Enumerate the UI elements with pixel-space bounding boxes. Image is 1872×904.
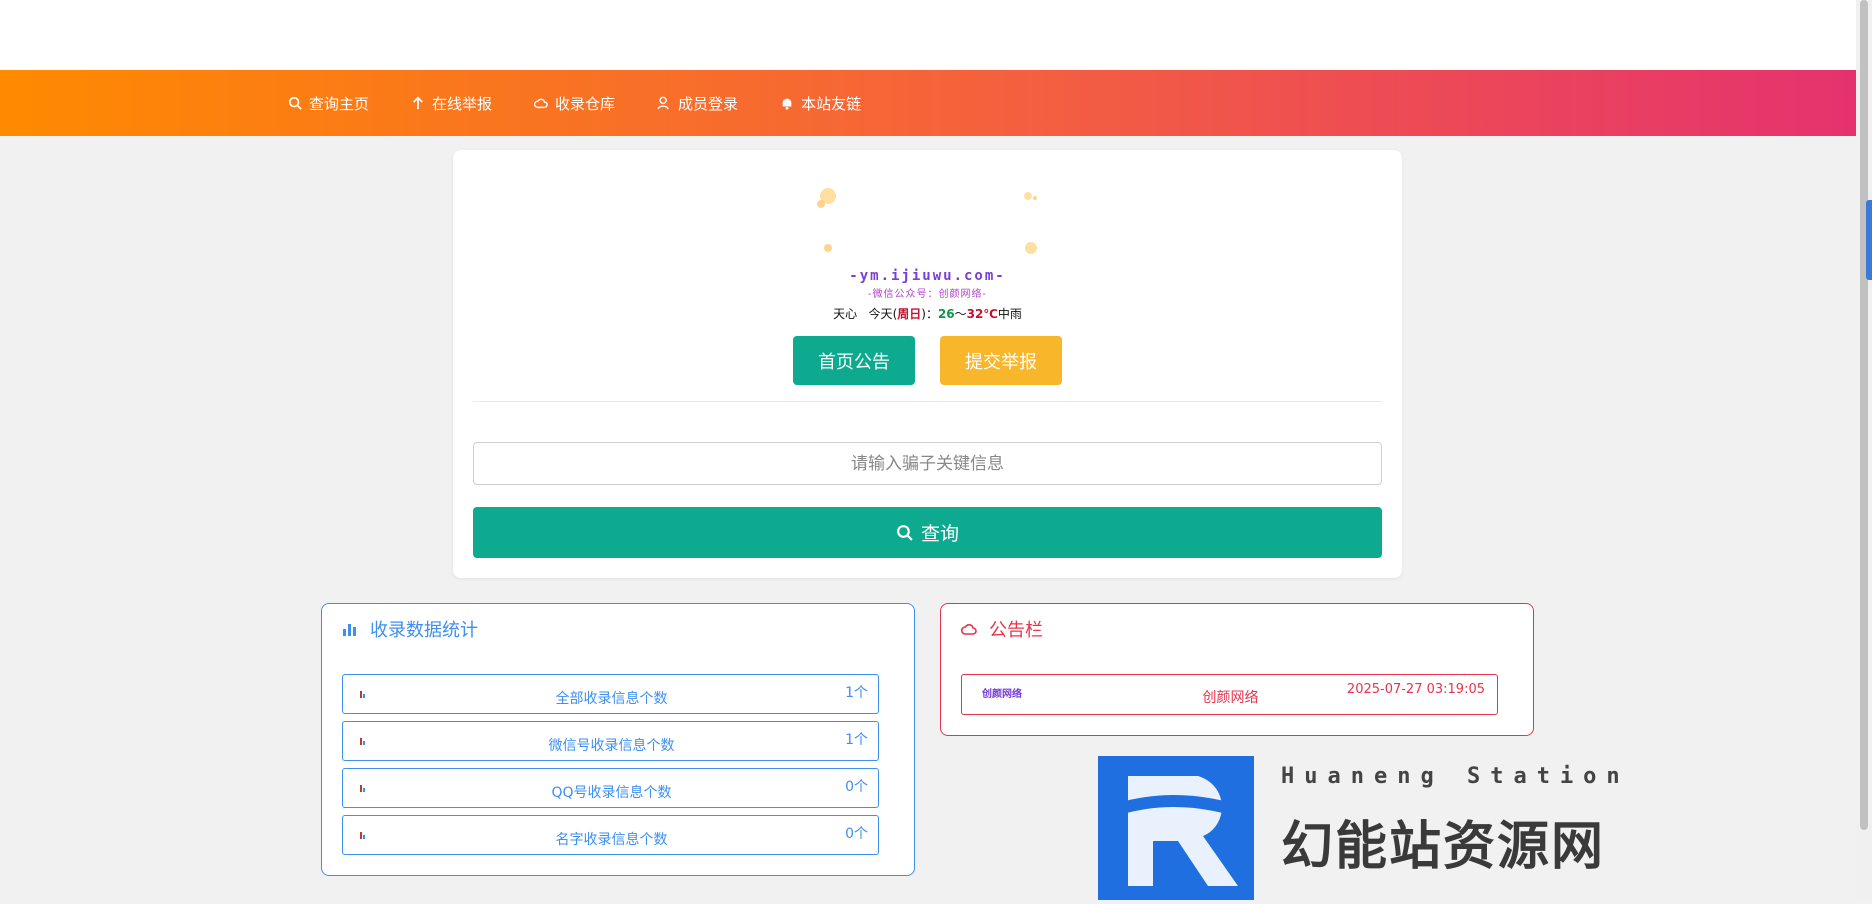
user-icon (657, 96, 669, 110)
nav-item-links[interactable]: 本站友链 (780, 93, 861, 114)
brand-english: Huaneng Station (1281, 764, 1630, 789)
search-icon (288, 96, 302, 110)
notice-title: 公告栏 (989, 620, 1043, 641)
search-button[interactable]: 查询 (473, 507, 1382, 558)
bell-icon (782, 98, 792, 110)
scrollbar-thumb[interactable] (1860, 0, 1868, 830)
stat-label: QQ号收录信息个数 (551, 785, 672, 801)
vertical-scrollbar[interactable] (1856, 0, 1872, 900)
submit-report-button[interactable]: 提交举报 (940, 336, 1062, 385)
nav-item-login[interactable]: 成员登录 (657, 93, 738, 114)
stats-header: 收录数据统计 (342, 616, 478, 642)
nav-item-report[interactable]: 在线举报 (411, 93, 492, 114)
cloud-icon (534, 98, 548, 109)
nav-item-home[interactable]: 查询主页 (288, 93, 369, 114)
stat-label: 微信号收录信息个数 (548, 738, 675, 754)
weather-today: 今天 (868, 307, 893, 321)
stat-row-all: 全部收录信息个数 1个 (342, 674, 879, 714)
weather-low: 26 (937, 307, 955, 321)
weather-day-name: 周日 (897, 307, 922, 321)
weather-day-close: )： (921, 307, 938, 321)
stat-count: 0个 (845, 826, 868, 842)
brand-logo-icon (1095, 756, 1257, 900)
search-input[interactable] (473, 442, 1382, 485)
arrow-up-icon (413, 96, 424, 110)
nav-item-label: 查询主页 (309, 94, 370, 113)
stat-row-wechat: 微信号收录信息个数 1个 (342, 721, 879, 761)
stats-title: 收录数据统计 (370, 620, 478, 641)
nav-item-label: 收录仓库 (555, 94, 616, 113)
weather-sep: ～ (954, 307, 967, 321)
logo-text: -ym.ijiuwu.com- -微信公众号：创颜网络- (453, 268, 1402, 300)
weather-high: 32℃ (966, 307, 998, 321)
action-buttons: 首页公告 提交举报 (453, 336, 1402, 385)
brand-chinese: 幻能站资源网 (1281, 817, 1606, 877)
weather-widget: 天心 今天(周日)：26～32℃中雨 (453, 305, 1402, 322)
brand-r-icon (1095, 776, 1257, 886)
nav-item-repository[interactable]: 收录仓库 (534, 93, 615, 114)
notice-item[interactable]: 创颜网络 创颜网络 2025-07-27 03:19:05 (961, 674, 1498, 715)
cloud-icon (961, 624, 977, 635)
nav-item-label: 成员登录 (678, 94, 739, 113)
stat-label: 名字收录信息个数 (555, 832, 668, 848)
weather-condition: 中雨 (997, 307, 1022, 321)
search-card: -ym.ijiuwu.com- -微信公众号：创颜网络- 天心 今天(周日)：2… (453, 150, 1402, 578)
weather-city: 天心 (833, 307, 858, 321)
logo-subtitle: -微信公众号：创颜网络- (867, 289, 988, 300)
stat-row-qq: QQ号收录信息个数 0个 (342, 768, 879, 808)
stats-panel: 收录数据统计 全部收录信息个数 1个 微信号收录信息个数 1个 QQ号收录信息个… (321, 603, 915, 876)
logo-url: -ym.ijiuwu.com- (849, 268, 1006, 284)
notice-panel: 公告栏 创颜网络 创颜网络 2025-07-27 03:19:05 (940, 603, 1534, 736)
stat-label: 全部收录信息个数 (555, 691, 668, 707)
main-nav: 查询主页 在线举报 收录仓库 成员登录 本站友链 (0, 70, 1856, 136)
site-logo: -ym.ijiuwu.com- -微信公众号：创颜网络- (453, 168, 1402, 300)
side-tab[interactable] (1866, 200, 1872, 280)
stat-row-name: 名字收录信息个数 0个 (342, 815, 879, 855)
bar-chart-icon (343, 624, 356, 636)
search-button-label: 查询 (920, 523, 959, 545)
nav-item-label: 本站友链 (801, 94, 862, 113)
nav-list: 查询主页 在线举报 收录仓库 成员登录 本站友链 (288, 70, 903, 136)
nav-item-label: 在线举报 (432, 94, 493, 113)
top-bar (0, 0, 1856, 70)
search-icon (897, 525, 913, 541)
home-notice-button[interactable]: 首页公告 (793, 336, 915, 385)
notice-header: 公告栏 (961, 616, 1043, 642)
stat-count: 0个 (845, 779, 868, 795)
divider (473, 401, 1382, 402)
stat-count: 1个 (845, 732, 868, 748)
notice-time: 2025-07-27 03:19:05 (1346, 682, 1485, 697)
stat-count: 1个 (845, 685, 868, 701)
brand-watermark: Huaneng Station 幻能站资源网 (1095, 756, 1698, 900)
fireworks-decoration (817, 188, 1037, 254)
